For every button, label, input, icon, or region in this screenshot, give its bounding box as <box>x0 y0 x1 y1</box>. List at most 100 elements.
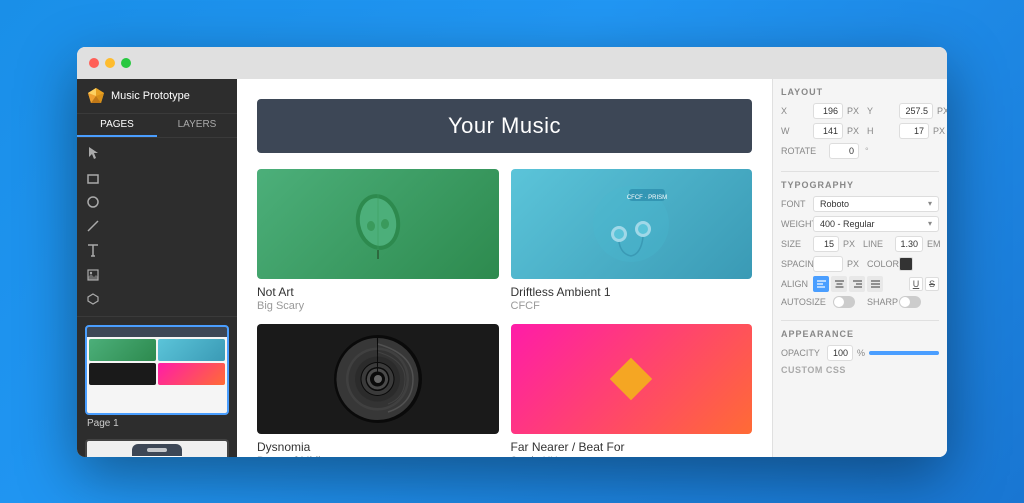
text-deco-buttons: U S <box>909 277 939 291</box>
album-cover-dysnomia <box>257 324 499 434</box>
autosize-toggle[interactable] <box>833 296 855 308</box>
layout-section: LAYOUT X PX Y PX W PX H PX <box>781 87 939 159</box>
tab-pages[interactable]: PAGES <box>77 114 157 137</box>
strikethrough-button[interactable]: S <box>925 277 939 291</box>
layout-section-title: LAYOUT <box>781 87 939 97</box>
weight-select[interactable]: 400 - Regular ▾ <box>813 216 939 232</box>
w-unit: PX <box>847 126 859 136</box>
line-label: LINE <box>863 239 891 249</box>
rotate-degree-icon: ° <box>865 146 869 156</box>
page-2-thumbnail[interactable]: ▶ Page 2 <box>85 439 229 457</box>
line-tool-icon[interactable] <box>77 215 237 239</box>
tab-layers[interactable]: LAYERS <box>157 114 237 137</box>
text-tool-icon[interactable] <box>77 239 237 264</box>
font-label: FONT <box>781 199 809 209</box>
album-name-not-art: Not Art <box>257 285 499 299</box>
size-input[interactable] <box>813 236 839 252</box>
align-right-button[interactable] <box>849 276 865 292</box>
album-info-dysnomia: Dysnomia Dawn of Midi <box>257 440 499 457</box>
close-button[interactable] <box>89 58 99 68</box>
spacing-input[interactable] <box>813 256 843 272</box>
maximize-button[interactable] <box>121 58 131 68</box>
albums-grid: Not Art Big Scary CFCF · PRIS <box>257 169 752 457</box>
album-info-driftless: Driftless Ambient 1 CFCF <box>511 285 753 312</box>
sidebar-tabs: PAGES LAYERS <box>77 114 237 138</box>
spacing-color-row: SPACING PX COLOR <box>781 256 939 272</box>
y-input[interactable] <box>899 103 933 119</box>
browser-window: Music Prototype PAGES LAYERS <box>77 47 947 457</box>
page-2-preview: ▶ <box>85 439 229 457</box>
album-item-far-nearer[interactable]: Far Nearer / Beat For Jamie XX <box>511 324 753 457</box>
y-unit: PX <box>937 106 947 116</box>
minimize-button[interactable] <box>105 58 115 68</box>
album-artist-driftless: CFCF <box>511 300 753 312</box>
album-name-far-nearer: Far Nearer / Beat For <box>511 440 753 454</box>
layout-xy-row: X PX Y PX <box>781 103 939 119</box>
main-content: Your Music <box>237 79 772 457</box>
font-chevron-icon: ▾ <box>928 199 932 208</box>
font-value: Roboto <box>820 199 849 209</box>
symbol-tool-icon[interactable] <box>77 288 237 312</box>
align-left-button[interactable] <box>813 276 829 292</box>
y-label: Y <box>867 106 895 116</box>
typography-section: TYPOGRAPHY FONT Roboto ▾ WEIGHT 400 - Re… <box>781 180 939 308</box>
weight-value: 400 - Regular <box>820 219 875 229</box>
custom-css-row: CUSTOM CSS <box>781 365 939 375</box>
x-unit: PX <box>847 106 859 116</box>
opacity-percent: % <box>857 348 865 358</box>
sidebar: Music Prototype PAGES LAYERS <box>77 79 237 457</box>
color-swatch[interactable] <box>899 257 913 271</box>
album-item-driftless[interactable]: CFCF · PRISM Driftl <box>511 169 753 312</box>
cover-art-gradient <box>511 324 753 434</box>
opacity-input[interactable] <box>827 345 853 361</box>
album-artist-not-art: Big Scary <box>257 300 499 312</box>
color-label: COLOR <box>867 259 895 269</box>
oval-tool-icon[interactable] <box>77 191 237 215</box>
h-label: H <box>867 126 895 136</box>
image-tool-icon[interactable] <box>77 264 237 288</box>
weight-row: WEIGHT 400 - Regular ▾ <box>781 216 939 232</box>
opacity-slider[interactable] <box>869 351 939 355</box>
align-center-button[interactable] <box>831 276 847 292</box>
rectangle-tool-icon[interactable] <box>77 167 237 191</box>
autosize-label: AUTOSIZE <box>781 297 829 307</box>
sharp-toggle[interactable] <box>899 296 921 308</box>
weight-chevron-icon: ▾ <box>928 219 932 228</box>
sharp-label: SHARP <box>867 297 895 307</box>
x-input[interactable] <box>813 103 843 119</box>
album-info-not-art: Not Art Big Scary <box>257 285 499 312</box>
album-artist-far-nearer: Jamie XX <box>511 455 753 457</box>
h-input[interactable] <box>899 123 929 139</box>
autosize-sharp-row: AUTOSIZE SHARP <box>781 296 939 308</box>
w-input[interactable] <box>813 123 843 139</box>
page-1-preview <box>85 325 229 415</box>
opacity-fill <box>869 351 939 355</box>
cover-art-driftless: CFCF · PRISM <box>511 169 753 279</box>
divider-2 <box>781 320 939 321</box>
album-name-dysnomia: Dysnomia <box>257 440 499 454</box>
line-input[interactable] <box>895 236 923 252</box>
page-1-thumbnail[interactable]: Page 1 <box>85 325 229 429</box>
album-cover-driftless: CFCF · PRISM <box>511 169 753 279</box>
font-select[interactable]: Roboto ▾ <box>813 196 939 212</box>
align-buttons <box>813 276 883 292</box>
spacing-unit: PX <box>847 259 859 269</box>
album-item-not-art[interactable]: Not Art Big Scary <box>257 169 499 312</box>
album-cover-not-art <box>257 169 499 279</box>
x-label: X <box>781 106 809 116</box>
size-line-row: SIZE PX LINE EM <box>781 236 939 252</box>
align-justify-button[interactable] <box>867 276 883 292</box>
cursor-tool-icon[interactable] <box>77 142 237 167</box>
sidebar-header: Music Prototype <box>77 79 237 114</box>
opacity-row: OPACITY % <box>781 345 939 361</box>
page-1-label: Page 1 <box>85 418 229 429</box>
rotate-input[interactable] <box>829 143 859 159</box>
appearance-section: APPEARANCE OPACITY % CUSTOM CSS <box>781 329 939 375</box>
album-cover-far-nearer <box>511 324 753 434</box>
browser-titlebar <box>77 47 947 79</box>
size-unit: PX <box>843 239 855 249</box>
layout-wh-row: W PX H PX <box>781 123 939 139</box>
underline-button[interactable]: U <box>909 277 923 291</box>
album-item-dysnomia[interactable]: Dysnomia Dawn of Midi <box>257 324 499 457</box>
divider-1 <box>781 171 939 172</box>
